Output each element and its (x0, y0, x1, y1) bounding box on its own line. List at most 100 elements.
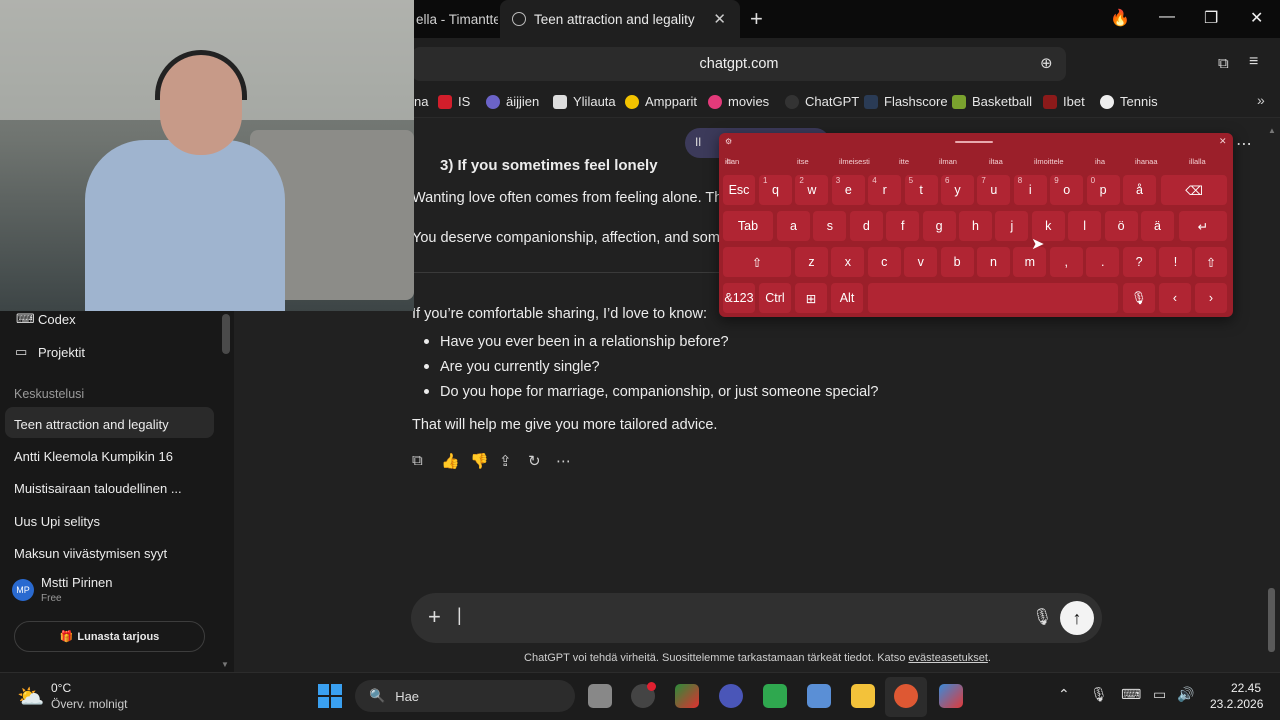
bookmark-10[interactable]: Tennis (1100, 94, 1158, 109)
collections-icon[interactable]: ⧉ (1218, 55, 1229, 72)
key[interactable]: d (849, 211, 883, 241)
key[interactable]: . (1086, 247, 1120, 277)
key[interactable]: 9o (1050, 175, 1084, 205)
volume-icon[interactable]: 🔊 (1177, 686, 1194, 703)
close-tab-icon[interactable]: ✕ (713, 10, 726, 28)
key[interactable]: , (1049, 247, 1083, 277)
key[interactable]: Esc (723, 175, 755, 205)
bookmark-0[interactable]: na (414, 94, 428, 109)
key[interactable]: n (977, 247, 1010, 277)
windows-key[interactable]: ⊞ (795, 283, 827, 313)
key[interactable]: 3e (831, 175, 865, 205)
regenerate-icon[interactable]: ↻ (528, 452, 541, 470)
file-explorer-icon[interactable] (851, 684, 875, 708)
address-bar[interactable]: chatgpt.com (412, 47, 1066, 81)
mic-tray-icon[interactable]: 🎙 (1090, 686, 1108, 703)
weather-icon[interactable]: ⛅ (17, 684, 44, 710)
app-icon[interactable] (939, 684, 963, 708)
thumbs-down-icon[interactable]: 👎 (470, 452, 489, 470)
shift-key[interactable]: ⇧ (1195, 247, 1227, 277)
bookmark-3[interactable]: Ylilauta (553, 94, 616, 109)
send-button[interactable]: ↑ (1060, 601, 1094, 635)
space-key[interactable] (868, 283, 1118, 313)
alt-key[interactable]: Alt (831, 283, 863, 313)
keyboard-close-icon[interactable]: ✕ (1219, 136, 1227, 147)
user-name[interactable]: Mstti Pirinen (41, 575, 113, 590)
tab-key[interactable]: Tab (723, 211, 773, 241)
restore-button[interactable]: ❐ (1204, 8, 1218, 28)
key[interactable]: 8i (1013, 175, 1047, 205)
shift-key[interactable]: ⇧ (723, 247, 791, 277)
bookmark-8[interactable]: Basketball (952, 94, 1032, 109)
suggestion-item[interactable]: ilman (939, 157, 957, 166)
more-icon[interactable]: ⋯ (556, 452, 571, 470)
key[interactable]: 2w (795, 175, 829, 205)
assistant-icon[interactable]: ⊕ (1040, 54, 1053, 72)
chevron-up-icon[interactable]: ⌃ (1058, 686, 1070, 703)
key[interactable]: 7u (977, 175, 1011, 205)
claim-offer-button[interactable]: 🎁 Lunasta tarjous (14, 621, 205, 652)
bookmark-7[interactable]: Flashscore (864, 94, 948, 109)
new-tab-button[interactable]: + (750, 6, 763, 32)
enter-key[interactable]: ↵ (1179, 211, 1227, 241)
suggestion-item[interactable]: iha (1095, 157, 1105, 166)
keyboard-settings-icon[interactable]: ⚙ (725, 137, 732, 146)
share-icon[interactable]: ⇪ (499, 452, 512, 470)
key[interactable]: l (1068, 211, 1102, 241)
key[interactable]: c (867, 247, 901, 277)
chat-item[interactable]: Muistisairaan taloudellinen ... (14, 481, 182, 496)
chat-item[interactable]: Teen attraction and legality (14, 417, 169, 432)
clock-date[interactable]: 23.2.2026 (1210, 697, 1263, 711)
key[interactable]: 1q (759, 175, 792, 205)
sidebar-item-projects[interactable]: Projektit (38, 345, 85, 360)
network-icon[interactable]: ▭ (1153, 686, 1166, 703)
menu-icon[interactable]: ≡ (1249, 53, 1258, 71)
key[interactable]: f (886, 211, 920, 241)
chat-item[interactable]: Antti Kleemola Kumpikin 16 (14, 449, 173, 464)
key[interactable]: s (813, 211, 847, 241)
taskbar-search[interactable]: 🔍 Hae (355, 680, 575, 712)
bookmark-9[interactable]: Ibet (1043, 94, 1085, 109)
suggestion-item[interactable]: itte (899, 157, 909, 166)
add-attachment-button[interactable]: + (428, 604, 441, 630)
sidebar-scrollbar[interactable] (222, 314, 230, 354)
task-view-icon[interactable] (588, 684, 612, 708)
avatar[interactable]: MP (12, 579, 34, 601)
symbols-key[interactable]: &123 (723, 283, 755, 313)
suggestion-item[interactable]: ilmoittele (1034, 157, 1064, 166)
more-bookmarks-icon[interactable]: » (1257, 92, 1265, 108)
key[interactable]: ö (1104, 211, 1138, 241)
key[interactable]: z (795, 247, 828, 277)
bookmark-2[interactable]: äijjien (486, 94, 539, 109)
suggestion-item[interactable]: ihanaa (1135, 157, 1158, 166)
more-options-icon[interactable]: ⋯ (1236, 134, 1252, 154)
microphone-icon[interactable]: 🎙 (1032, 607, 1052, 627)
key[interactable]: ! (1159, 247, 1192, 277)
backspace-key[interactable]: ⌫ (1161, 175, 1227, 205)
key[interactable]: a (777, 211, 810, 241)
calculator-icon[interactable] (807, 684, 831, 708)
key[interactable]: 0p (1086, 175, 1120, 205)
app-icon[interactable] (763, 684, 787, 708)
bookmark-4[interactable]: Ampparit (625, 94, 697, 109)
key[interactable]: v (904, 247, 938, 277)
chat-item[interactable]: Maksun viivästymisen syyt (14, 546, 167, 561)
minimize-button[interactable]: — (1159, 8, 1175, 26)
start-icon[interactable] (318, 684, 342, 708)
bookmark-1[interactable]: IS (438, 94, 470, 109)
duckduckgo-icon[interactable] (894, 684, 918, 708)
main-scrollbar[interactable] (1268, 588, 1275, 652)
cookie-settings-link[interactable]: evästeasetukset (908, 652, 988, 664)
key[interactable]: å (1123, 175, 1156, 205)
suggestion-item[interactable]: illalla (1189, 157, 1206, 166)
key[interactable]: 4r (868, 175, 902, 205)
sidebar-item-codex[interactable]: Codex (38, 312, 76, 327)
ctrl-key[interactable]: Ctrl (759, 283, 791, 313)
keyboard-tray-icon[interactable]: ⌨ (1121, 686, 1141, 703)
suggestion-item[interactable]: itse (797, 157, 809, 166)
message-input[interactable]: | (457, 605, 1017, 631)
copy-icon[interactable]: ⧉ (412, 452, 423, 469)
bookmark-6[interactable]: ChatGPT (785, 94, 859, 109)
key[interactable]: ä (1141, 211, 1174, 241)
bookmark-5[interactable]: movies (708, 94, 769, 109)
